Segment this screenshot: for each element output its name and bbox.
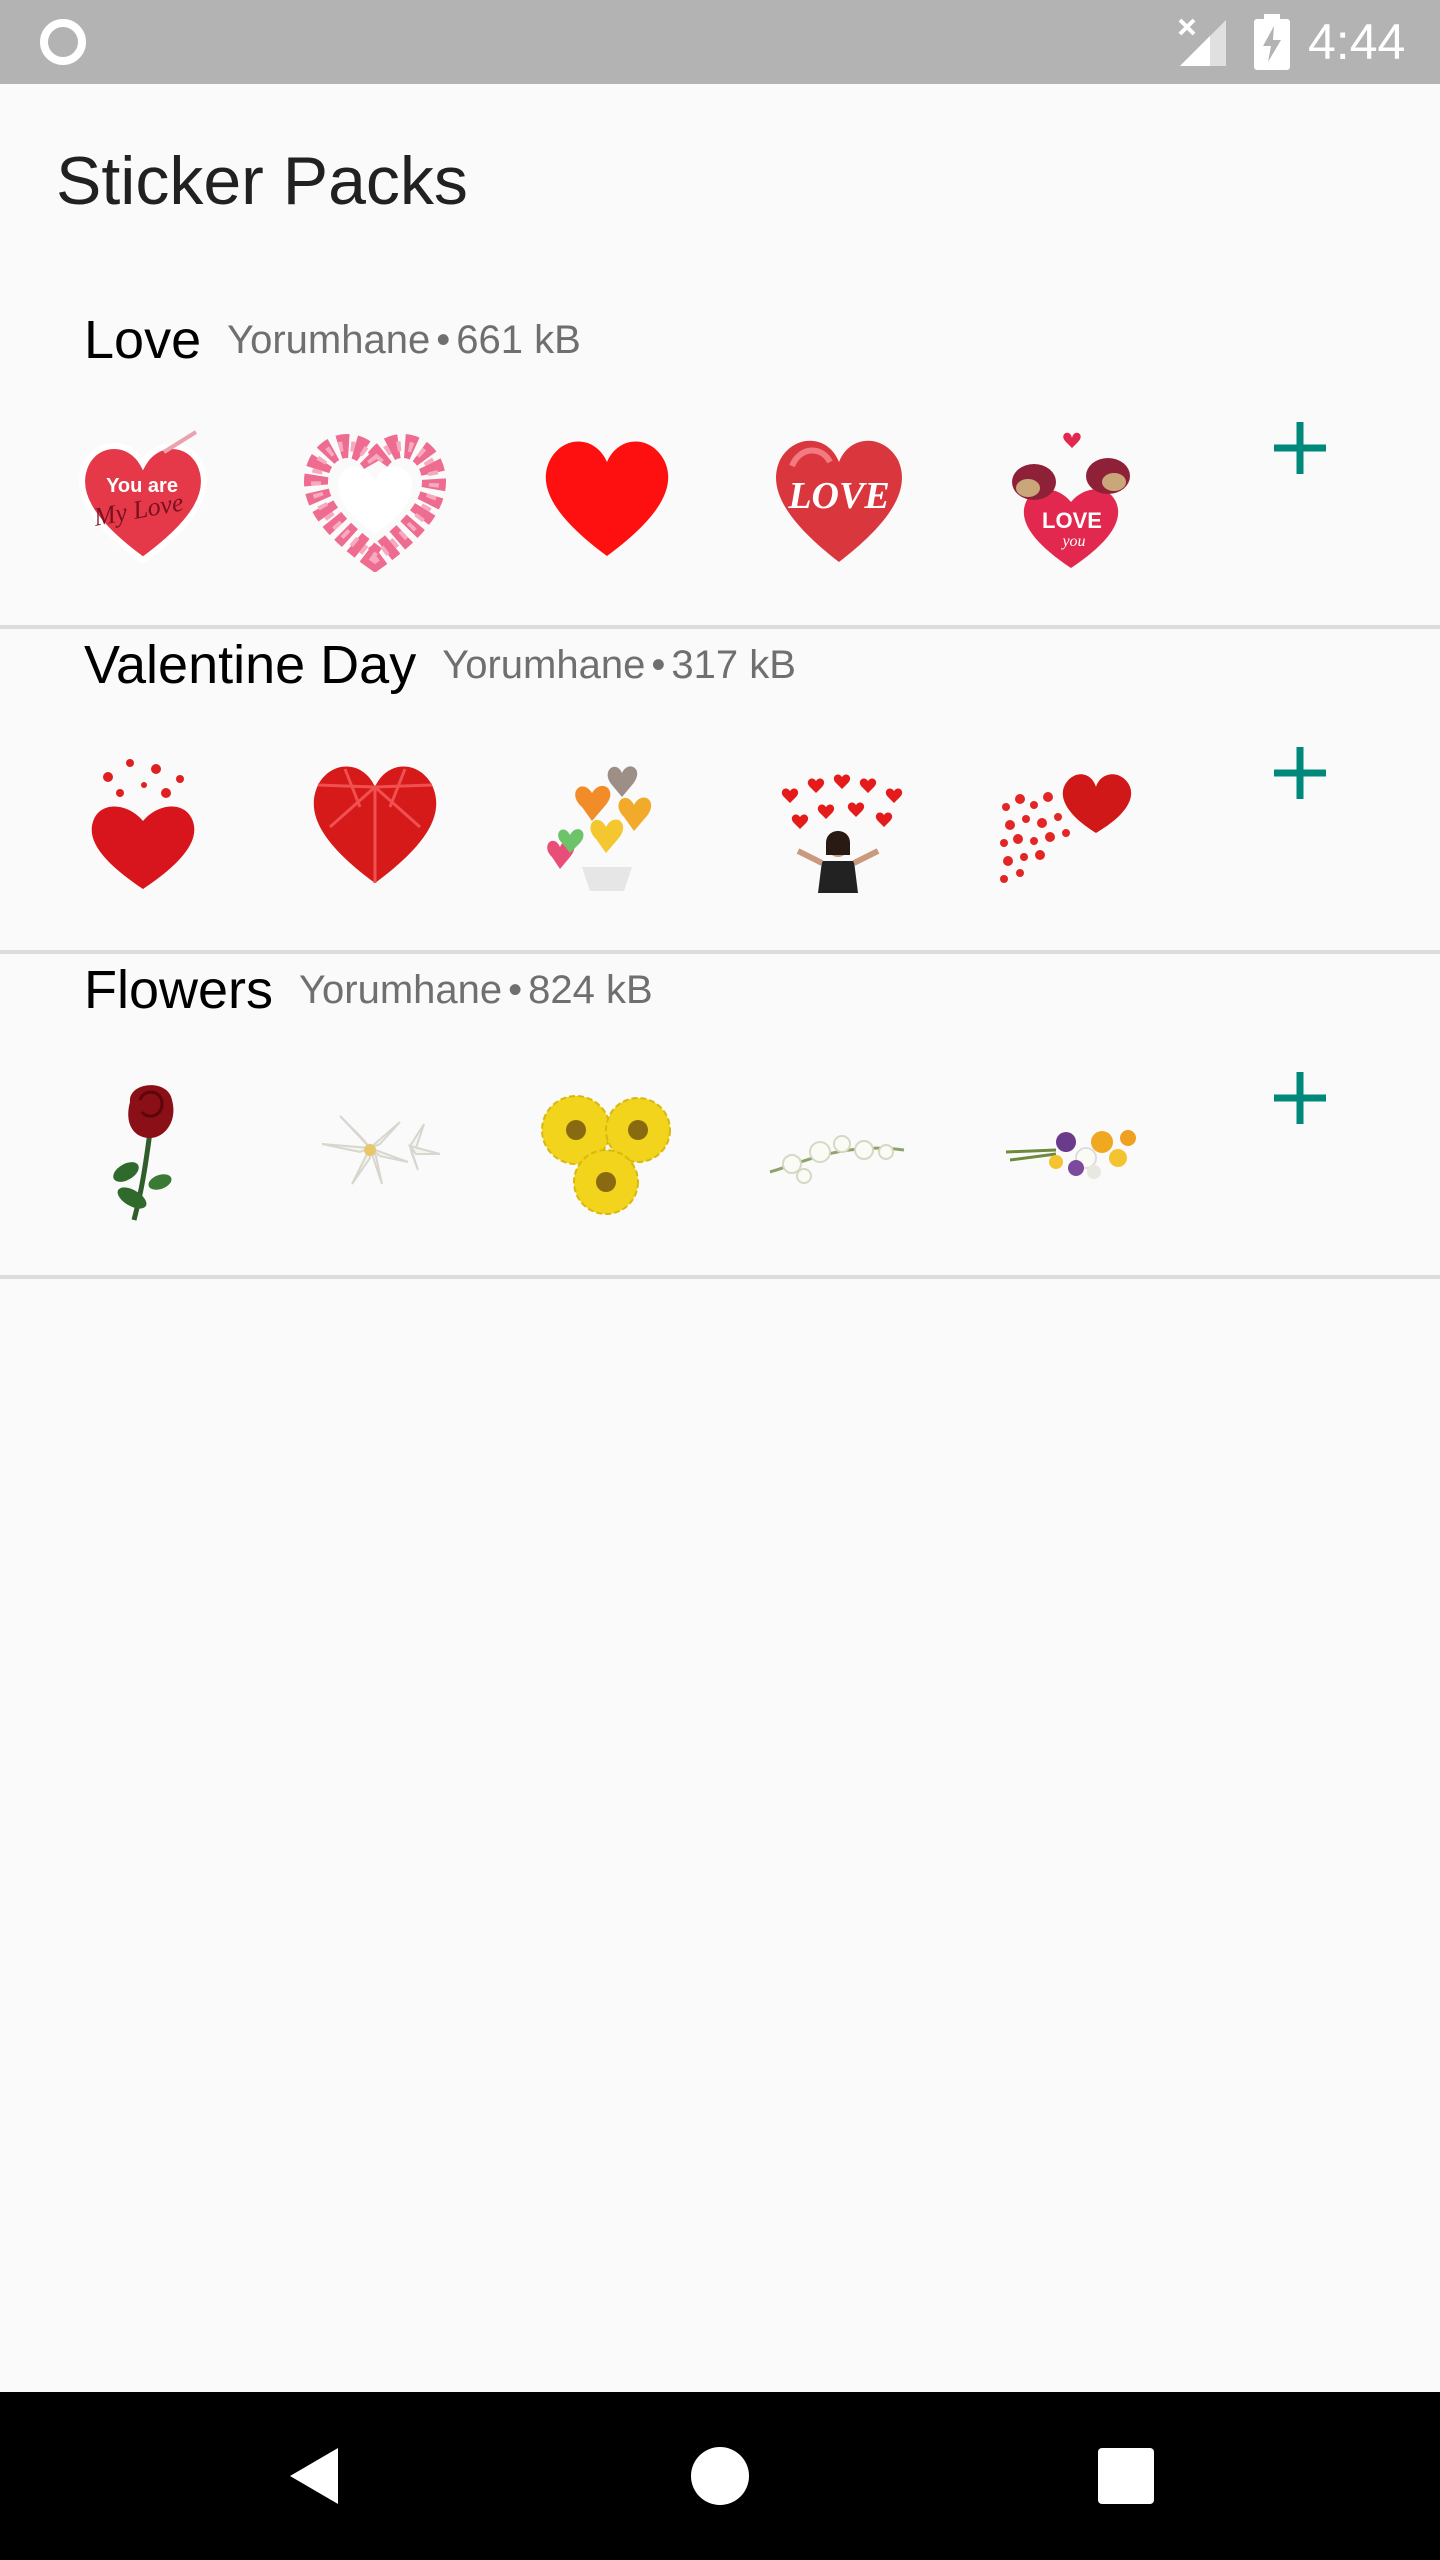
meta-separator: • — [436, 318, 451, 362]
sticker-text: you — [1060, 533, 1085, 550]
status-bar: 4:44 — [0, 0, 1440, 84]
sticker-text: LOVE — [1042, 508, 1102, 533]
pack-name: Love — [84, 310, 202, 370]
sticker-text: LOVE — [787, 475, 889, 517]
sticker-ruby-heart — [300, 747, 450, 897]
pack-size: 661 kB — [456, 318, 581, 362]
sticker-candy-hearts — [532, 747, 682, 897]
sticker-wildflower-bouquet — [996, 1072, 1146, 1222]
add-pack-button[interactable] — [1260, 1058, 1340, 1138]
sticker-pack-valentine-day[interactable]: Valentine Day Yorumhane • 317 kB — [0, 625, 1440, 954]
sticker-yellow-gerberas — [532, 1072, 682, 1222]
sticker-scattered-hearts — [996, 747, 1146, 897]
pack-size: 317 kB — [671, 643, 796, 687]
sticker-pack-flowers[interactable]: Flowers Yorumhane • 824 kB — [0, 950, 1440, 1279]
back-icon[interactable] — [276, 2436, 356, 2516]
pack-publisher: Yorumhane — [442, 643, 646, 687]
no-signal-icon — [1176, 16, 1228, 68]
sticker-birds-love-you-heart: LOVE you — [996, 422, 1146, 572]
sticker-white-lilies — [300, 1072, 450, 1222]
add-pack-button[interactable] — [1260, 408, 1340, 488]
pack-meta: Yorumhane • 824 kB — [299, 968, 653, 1012]
recents-icon[interactable] — [1086, 2436, 1166, 2516]
meta-separator: • — [651, 643, 666, 687]
pack-size: 824 kB — [528, 968, 653, 1012]
pack-header: Flowers Yorumhane • 824 kB — [84, 950, 653, 1030]
sticker-petal-heart — [68, 747, 218, 897]
home-icon[interactable] — [680, 2436, 760, 2516]
pack-name: Valentine Day — [84, 635, 417, 695]
circle-notification-icon — [38, 17, 88, 67]
pack-header: Love Yorumhane • 661 kB — [84, 300, 581, 380]
navigation-bar — [0, 2392, 1440, 2560]
pack-meta: Yorumhane • 317 kB — [442, 643, 796, 687]
meta-separator: • — [508, 968, 523, 1012]
pack-publisher: Yorumhane — [227, 318, 431, 362]
pack-header: Valentine Day Yorumhane • 317 kB — [84, 625, 796, 705]
sticker-girl-with-hearts — [764, 747, 914, 897]
sticker-red-rose — [68, 1072, 218, 1222]
pack-name: Flowers — [84, 960, 274, 1020]
sticker-pack-love[interactable]: Love Yorumhane • 661 kB You are My Love LOV… — [0, 300, 1440, 629]
pack-meta: Yorumhane • 661 kB — [227, 318, 581, 362]
sticker-red-heart — [532, 422, 682, 572]
sticker-heart-wreath — [300, 422, 450, 572]
sticker-love-heart: LOVE — [764, 422, 914, 572]
page-title: Sticker Packs — [56, 143, 468, 219]
plus-icon — [1274, 1072, 1326, 1124]
pack-publisher: Yorumhane — [299, 968, 503, 1012]
battery-charging-icon — [1254, 14, 1290, 70]
add-pack-button[interactable] — [1260, 733, 1340, 813]
plus-icon — [1274, 422, 1326, 474]
sticker-white-orchid-branch — [764, 1072, 914, 1222]
sticker-heart-you-are-my-love: You are My Love — [68, 422, 218, 572]
plus-icon — [1274, 747, 1326, 799]
status-time: 4:44 — [1308, 14, 1406, 70]
